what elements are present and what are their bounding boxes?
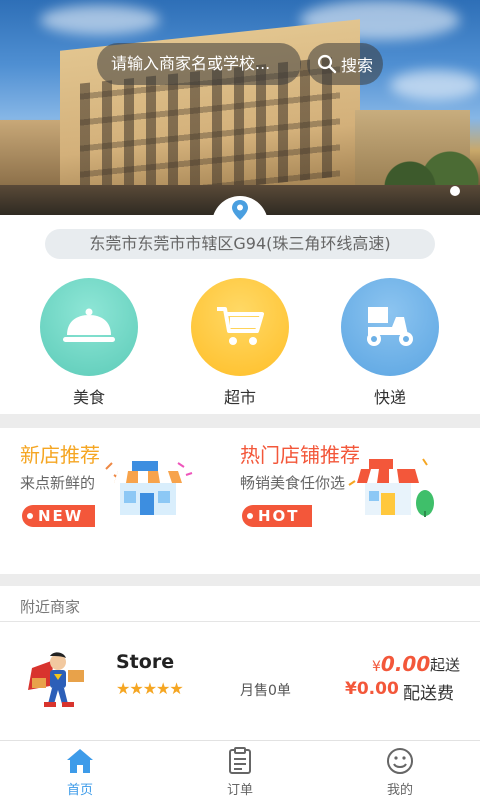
banner-carousel[interactable] (0, 0, 480, 215)
promo-subtitle-hot: 畅销美食任你选 (240, 474, 346, 492)
carousel-indicator[interactable] (450, 186, 460, 196)
min-order-value: 0.00 (380, 652, 431, 676)
min-order-price: ¥0.00 (372, 652, 430, 676)
shopping-cart-icon (191, 278, 289, 376)
tab-label-orders: 订单 (226, 783, 253, 798)
store-name: Store (116, 651, 175, 673)
tab-orders[interactable]: 订单 (160, 741, 320, 800)
category-label-food: 美食 (72, 388, 105, 407)
category-express[interactable]: 快递 (340, 278, 440, 408)
search-icon (317, 54, 337, 74)
category-label-supermarket: 超市 (223, 388, 256, 407)
promo-title-new: 新店推荐 (20, 443, 100, 467)
tab-label-home: 首页 (66, 783, 93, 798)
home-icon (67, 749, 93, 773)
store-logo-superhero-icon (28, 652, 84, 707)
profile-smiley-icon (387, 748, 413, 774)
min-order-label: 起送 (430, 656, 461, 674)
promo-subtitle-new: 来点新鲜的 (20, 474, 96, 492)
new-store-illustration-icon (105, 461, 193, 515)
section-divider (0, 574, 480, 586)
section-divider (0, 414, 480, 428)
bottom-tab-bar: 首页 订单 我的 (0, 740, 480, 800)
divider-line (0, 621, 480, 622)
new-tag: NEW (22, 505, 96, 527)
delivery-fee-label: 配送费 (403, 684, 454, 704)
promo-title-hot: 热门店铺推荐 (240, 443, 360, 467)
hot-store-illustration-icon (348, 458, 434, 517)
tab-home[interactable]: 首页 (0, 741, 160, 800)
home-page: 请输入商家名或学校... 搜索 东莞市东莞市市辖区G94(珠三角环线高速) 美食 (0, 0, 480, 800)
location-pin-icon (232, 200, 248, 220)
current-address[interactable]: 东莞市东莞市市辖区G94(珠三角环线高速) (45, 229, 435, 259)
category-label-express: 快递 (373, 388, 406, 407)
search-button-label: 搜索 (340, 56, 373, 75)
hot-tag: HOT (242, 505, 312, 527)
category-food[interactable]: 美食 (39, 278, 139, 408)
search-button[interactable]: 搜索 (307, 43, 383, 85)
orders-icon (229, 747, 251, 774)
scooter-delivery-icon (341, 278, 439, 376)
tab-label-profile: 我的 (386, 783, 413, 798)
store-rating-stars: ★★★★★ (116, 679, 184, 698)
store-monthly-sales: 月售0单 (240, 683, 291, 699)
food-cloche-icon (40, 278, 138, 376)
category-supermarket[interactable]: 超市 (190, 278, 290, 408)
currency-symbol: ¥ (372, 659, 381, 675)
tab-profile[interactable]: 我的 (320, 741, 480, 800)
delivery-fee-value: ¥0.00 (345, 679, 399, 699)
nearby-heading: 附近商家 (20, 598, 81, 616)
search-input[interactable]: 请输入商家名或学校... (97, 43, 301, 85)
